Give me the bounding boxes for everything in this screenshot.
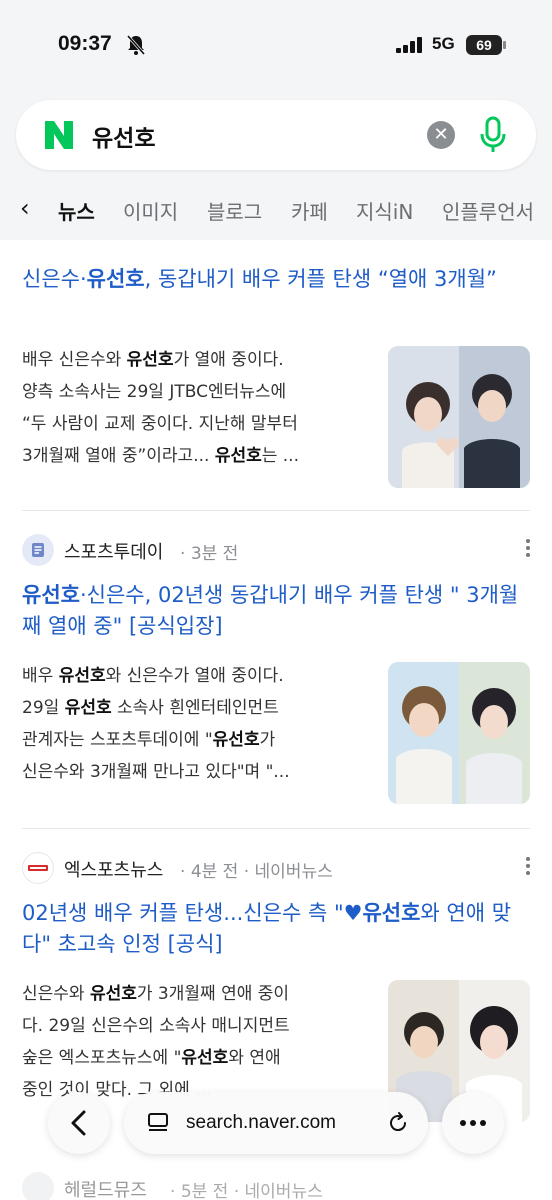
clear-search-button[interactable]: ✕ [427, 121, 455, 149]
divider [22, 510, 530, 511]
bell-muted-icon [126, 35, 146, 55]
battery-cap [503, 41, 506, 49]
article-snippet: 배우 신은수와 유선호가 열애 중이다. 양측 소속사는 29일 JTBC엔터뉴… [22, 350, 299, 466]
article-thumbnail[interactable] [388, 346, 530, 488]
article-source-row: 엑스포츠뉴스 · 4분 전 · 네이버뉴스 [22, 852, 532, 884]
article-title[interactable]: 02년생 배우 커플 탄생...신은수 측 "♥유선호와 연애 맞다" 초고속 … [22, 898, 532, 960]
divider [22, 828, 530, 829]
more-button[interactable] [442, 1092, 504, 1154]
url-text[interactable]: search.naver.com [186, 1112, 336, 1134]
article-source-row: 스포츠투데이 · 3분 전 [22, 534, 532, 566]
network-type: 5G [432, 34, 455, 53]
article-source[interactable]: 스포츠투데이 [64, 538, 163, 564]
article-time: · 3분 전 [180, 544, 239, 564]
tab-news[interactable]: 뉴스 [58, 196, 95, 225]
reload-icon[interactable] [386, 1111, 410, 1135]
tab-blog[interactable]: 블로그 [207, 196, 262, 225]
tab-knowledge-in[interactable]: 지식iN [356, 196, 413, 225]
article-time: · 4분 전 · 네이버뉴스 [180, 862, 333, 882]
article-source[interactable]: 엑스포츠뉴스 [64, 856, 163, 882]
chevron-left-icon[interactable]: ‹ [20, 194, 30, 222]
article-snippet: 신은수와 유선호가 3개월째 연애 중이 다. 29일 신은수의 소속사 매니지… [22, 984, 290, 1100]
search-box[interactable]: 유선호 ✕ [16, 100, 536, 170]
tab-cafe[interactable]: 카페 [291, 196, 328, 225]
status-bar: 09:37 5G 69 [0, 0, 552, 90]
signal-icon [396, 37, 422, 53]
source-logo-icon[interactable] [22, 534, 54, 566]
article-source-row: 헤럴드뮤즈 · 5분 전 · 네이버뉴스 [22, 1172, 532, 1200]
article-thumbnail[interactable] [388, 662, 530, 804]
article-title[interactable]: 신은수·유선호, 동갑내기 배우 커플 탄생 “열애 3개월” [22, 264, 532, 295]
article-time: · 5분 전 · 네이버뉴스 [170, 1182, 323, 1200]
more-options-icon[interactable] [524, 536, 532, 562]
source-logo-icon[interactable] [22, 1172, 54, 1200]
microphone-icon[interactable] [478, 116, 508, 154]
article-title[interactable]: 유선호·신은수, 02년생 동갑내기 배우 커플 탄생 " 3개월째 열애 중"… [22, 580, 532, 642]
status-time: 09:37 [58, 32, 112, 55]
page-menu-icon[interactable] [146, 1111, 170, 1135]
address-bar[interactable]: search.naver.com [124, 1092, 428, 1154]
more-options-icon[interactable] [524, 854, 532, 880]
battery-indicator: 69 [466, 35, 502, 55]
ellipsis-icon [460, 1120, 486, 1126]
back-button[interactable] [48, 1092, 110, 1154]
tab-images[interactable]: 이미지 [123, 196, 178, 225]
source-logo-icon[interactable] [22, 852, 54, 884]
chevron-left-icon [71, 1110, 86, 1136]
article-snippet: 배우 유선호와 신은수가 열애 중이다. 29일 유선호 소속사 흰엔터테인먼트… [22, 666, 290, 782]
naver-logo-icon [45, 121, 73, 149]
search-header: 유선호 ✕ ‹ 뉴스 이미지 블로그 카페 지식iN 인플루언서 [0, 90, 552, 240]
search-input[interactable]: 유선호 [92, 119, 155, 153]
browser-toolbar: search.naver.com [0, 1088, 552, 1158]
search-tabs: ‹ 뉴스 이미지 블로그 카페 지식iN 인플루언서 [0, 190, 552, 230]
news-results: 신은수·유선호, 동갑내기 배우 커플 탄생 “열애 3개월” 배우 신은수와 … [0, 240, 552, 1200]
article-source[interactable]: 헤럴드뮤즈 [64, 1176, 147, 1200]
tab-influencer[interactable]: 인플루언서 [442, 196, 534, 225]
